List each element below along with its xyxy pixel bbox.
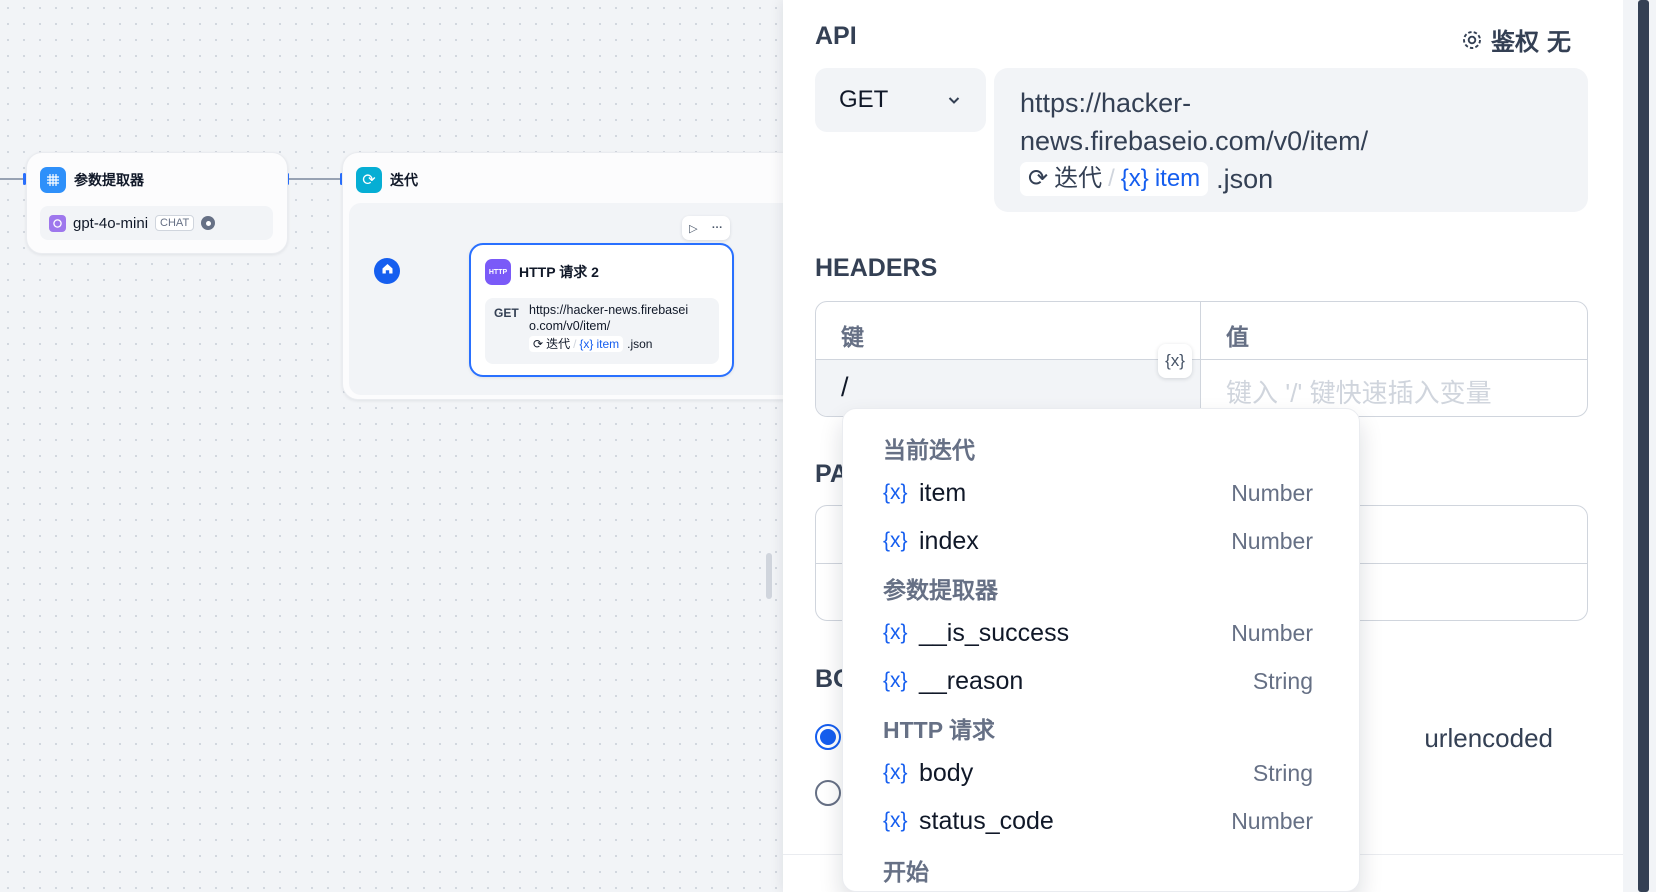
group-label-current-iteration: 当前迭代 bbox=[883, 437, 975, 463]
variable-icon: {x} bbox=[883, 529, 908, 552]
variable-icon: {x} bbox=[883, 621, 908, 644]
variable-icon: {x} bbox=[883, 669, 908, 692]
http-icon: HTTP bbox=[485, 259, 511, 285]
url-var-tag[interactable]: ⟳ 迭代 / {x} item bbox=[1020, 162, 1209, 196]
eye-icon[interactable] bbox=[201, 216, 216, 230]
method-select[interactable]: GET bbox=[815, 68, 986, 132]
iteration-start-node[interactable] bbox=[374, 258, 400, 284]
variable-name: item bbox=[919, 478, 967, 507]
edge-left bbox=[0, 178, 25, 180]
variable-name: index bbox=[919, 526, 979, 555]
variable-name: status_code bbox=[919, 806, 1054, 835]
http-method: GET bbox=[494, 306, 519, 320]
http-url-line-1: https://hacker-news.firebasei bbox=[529, 303, 689, 317]
method-value: GET bbox=[839, 86, 889, 113]
http-summary: GET https://hacker-news.firebasei o.com/… bbox=[485, 298, 719, 364]
model-chip[interactable]: gpt-4o-mini CHAT bbox=[40, 206, 273, 240]
node-title: HTTP 请求 2 bbox=[519, 264, 599, 280]
insert-variable-button[interactable]: {x} bbox=[1158, 344, 1192, 378]
run-icon[interactable]: ▷ bbox=[689, 222, 697, 235]
url-var-name: item bbox=[1154, 165, 1201, 192]
variable-icon: {x} bbox=[579, 337, 594, 351]
body-option-urlencoded[interactable]: urlencoded bbox=[1333, 723, 1553, 754]
variable-type: String bbox=[1252, 667, 1313, 694]
auth-label: 鉴权 bbox=[1491, 29, 1539, 56]
url-var-node: 迭代 bbox=[1054, 165, 1103, 192]
panel-resize-handle[interactable] bbox=[766, 553, 772, 599]
variable-icon: {x} bbox=[883, 809, 908, 832]
var-name: item bbox=[596, 337, 620, 351]
model-name: gpt-4o-mini bbox=[73, 214, 149, 232]
variable-icon: {x} bbox=[883, 481, 908, 504]
variable-icon: {x} bbox=[883, 761, 908, 784]
variable-icon: {x} bbox=[1120, 165, 1149, 192]
loop-icon: ⟳ bbox=[533, 337, 544, 351]
variable-name: body bbox=[919, 758, 974, 787]
gear-icon bbox=[1461, 29, 1483, 51]
scrollbar[interactable] bbox=[1623, 0, 1656, 892]
http-request-node[interactable]: HTTP HTTP 请求 2 GET https://hacker-news.f… bbox=[469, 243, 734, 377]
url-line-1: https://hacker- bbox=[1020, 88, 1192, 118]
header-value-placeholder: 键入 '/' 键快速插入变量 bbox=[1226, 378, 1492, 408]
variable-option[interactable]: {x} __is_success Number bbox=[883, 613, 1313, 653]
url-var-separator: / bbox=[1108, 165, 1115, 192]
variable-option[interactable]: {x} index Number bbox=[883, 521, 1313, 561]
variable-type: Number bbox=[1231, 807, 1313, 834]
variable-name: __is_success bbox=[919, 618, 1070, 647]
url-suffix: .json bbox=[627, 337, 653, 351]
loop-icon: ⟳ bbox=[356, 167, 382, 193]
headers-col-value: 值 bbox=[1226, 324, 1249, 350]
auth-value: 无 bbox=[1547, 29, 1571, 56]
http-url-line-2: o.com/v0/item/ bbox=[529, 319, 611, 333]
variable-type: String bbox=[1252, 759, 1313, 786]
scrollbar-thumb[interactable] bbox=[1638, 0, 1649, 892]
var-tag: ⟳ 迭代 / {x} item bbox=[529, 336, 624, 352]
variable-option[interactable]: {x} status_code Number bbox=[883, 801, 1313, 841]
variable-picker-dropdown: 当前迭代 {x} item Number {x} index Number 参数… bbox=[842, 408, 1360, 892]
variable-option[interactable]: {x} __reason String bbox=[883, 661, 1313, 701]
grid-icon bbox=[40, 167, 66, 193]
body-radio-selected[interactable] bbox=[815, 724, 841, 750]
variable-type: Number bbox=[1231, 619, 1313, 646]
home-icon bbox=[381, 262, 394, 280]
var-separator: / bbox=[573, 337, 577, 351]
chevron-down-icon bbox=[946, 92, 962, 108]
model-mode-badge: CHAT bbox=[155, 215, 195, 231]
header-key-value: / bbox=[841, 372, 849, 402]
edge-param-to-iter bbox=[287, 178, 342, 180]
group-label-http-request: HTTP 请求 bbox=[883, 717, 996, 743]
loop-icon: ⟳ bbox=[1028, 165, 1049, 192]
url-suffix: .json bbox=[1216, 164, 1274, 194]
api-section-title: API bbox=[815, 22, 857, 50]
openai-icon bbox=[49, 214, 66, 232]
url-input[interactable]: https://hacker- news.firebaseio.com/v0/i… bbox=[994, 68, 1588, 212]
url-line-2: news.firebaseio.com/v0/item/ bbox=[1020, 126, 1369, 156]
variable-option[interactable]: {x} body String bbox=[883, 753, 1313, 793]
variable-type: Number bbox=[1231, 527, 1313, 554]
headers-table: 键 值 / 键入 '/' 键快速插入变量 {x} bbox=[815, 301, 1588, 417]
group-label-start: 开始 bbox=[883, 859, 929, 885]
more-icon[interactable]: ··· bbox=[712, 222, 723, 234]
body-radio[interactable] bbox=[815, 780, 841, 806]
headers-section-title: HEADERS bbox=[815, 254, 938, 282]
param-extractor-node[interactable]: 参数提取器 gpt-4o-mini CHAT bbox=[26, 152, 288, 254]
node-toolbar: ▷ ··· bbox=[682, 216, 730, 240]
variable-name: __reason bbox=[919, 666, 1024, 695]
group-label-param-extractor: 参数提取器 bbox=[883, 577, 998, 603]
variable-type: Number bbox=[1231, 479, 1313, 506]
variable-option[interactable]: {x} item Number bbox=[883, 473, 1313, 513]
var-node: 迭代 bbox=[546, 337, 571, 351]
node-title: 迭代 bbox=[390, 172, 418, 188]
auth-button[interactable]: 鉴权 无 bbox=[1461, 22, 1571, 57]
headers-col-key: 键 bbox=[841, 324, 864, 350]
node-title: 参数提取器 bbox=[74, 172, 144, 188]
